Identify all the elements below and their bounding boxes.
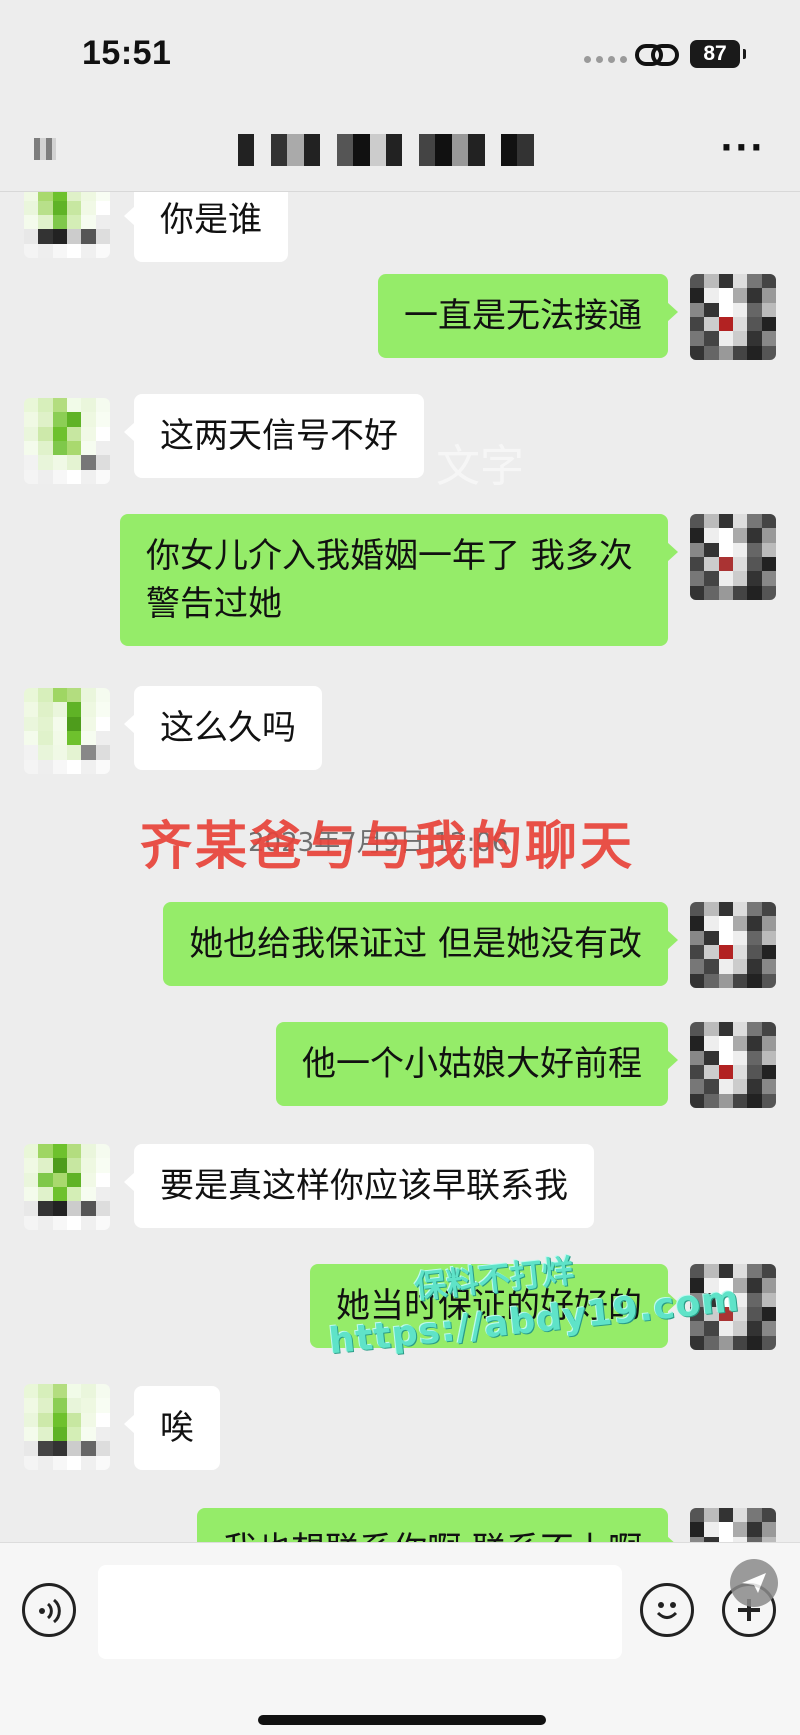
home-indicator[interactable] <box>258 1715 546 1725</box>
my-avatar[interactable] <box>690 1022 776 1108</box>
contact-avatar[interactable] <box>24 1144 110 1230</box>
contact-avatar[interactable] <box>24 192 110 258</box>
watermark-text: 文字 <box>436 441 524 492</box>
message-bubble-received[interactable]: 唉 <box>124 1386 220 1470</box>
overlay-caption: 齐某爸与与我的聊天 <box>140 817 636 877</box>
message-bubble-received[interactable]: 这两天信号不好 <box>124 394 424 478</box>
signal-icon <box>584 56 627 63</box>
contact-avatar[interactable] <box>24 1384 110 1470</box>
chat-title-redacted <box>238 134 534 166</box>
chat-header: ··· <box>0 110 800 192</box>
message-bubble-sent[interactable]: 一直是无法接通 <box>378 274 678 358</box>
my-avatar[interactable] <box>690 274 776 360</box>
message-bubble-sent[interactable]: 他一个小姑娘大好前程 <box>276 1022 678 1106</box>
my-avatar[interactable] <box>690 902 776 988</box>
my-avatar[interactable] <box>690 1508 776 1542</box>
status-bar: 15:51 87 <box>0 0 800 110</box>
link-icon <box>635 44 679 66</box>
back-icon[interactable] <box>34 138 56 160</box>
more-icon[interactable]: ··· <box>720 131 765 165</box>
status-time: 15:51 <box>82 34 172 72</box>
message-bubble-received[interactable]: 这么久吗 <box>124 686 322 770</box>
send-icon[interactable] <box>730 1559 778 1607</box>
contact-avatar[interactable] <box>24 688 110 774</box>
emoji-icon[interactable] <box>640 1583 694 1637</box>
message-bubble-sent[interactable]: 我也想联系你啊 联系不上啊 <box>197 1508 678 1542</box>
message-bubble-sent[interactable]: 你女儿介入我婚姻一年了 我多次警告过她 <box>120 514 678 646</box>
voice-icon[interactable] <box>22 1583 76 1637</box>
message-input[interactable] <box>98 1565 622 1659</box>
input-bar <box>0 1542 800 1735</box>
message-bubble-received[interactable]: 你是谁 <box>124 192 288 262</box>
my-avatar[interactable] <box>690 514 776 600</box>
message-bubble-received[interactable]: 要是真这样你应该早联系我 <box>124 1144 594 1228</box>
battery-icon: 87 <box>690 40 746 68</box>
message-bubble-sent[interactable]: 她也给我保证过 但是她没有改 <box>163 902 678 986</box>
contact-avatar[interactable] <box>24 398 110 484</box>
chat-messages[interactable]: 你是谁 一直是无法接通 这两天信号不好 文字 你女儿介入我婚姻一年了 我多次警告… <box>0 192 800 1542</box>
